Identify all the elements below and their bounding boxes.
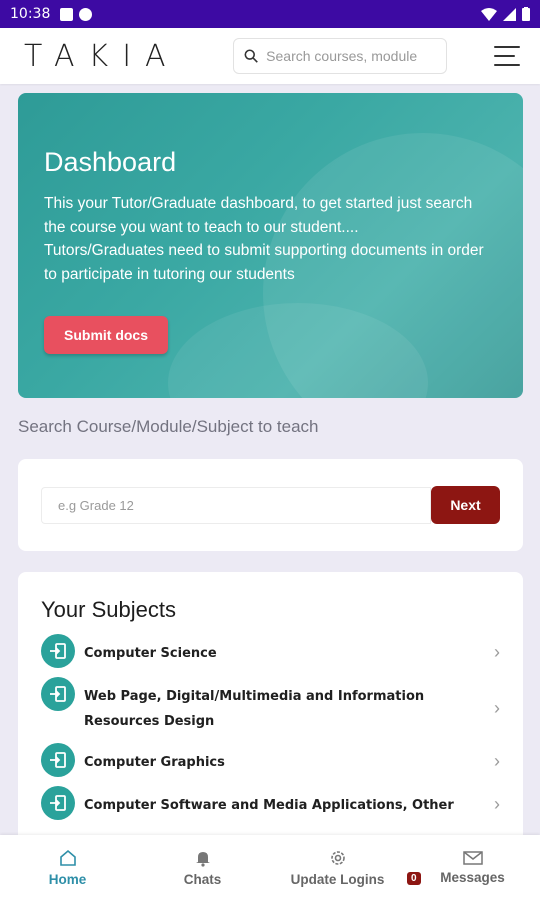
nav-chats[interactable]: Chats xyxy=(135,835,270,900)
subject-label: Web Page, Digital/Multimedia and Informa… xyxy=(84,689,425,729)
home-icon xyxy=(59,849,76,866)
subject-item[interactable]: Computer Graphics › xyxy=(41,743,500,777)
subjects-title: Your Subjects xyxy=(41,597,176,622)
dashboard-intro: This your Tutor/Graduate dashboard, to g… xyxy=(44,195,473,236)
search-icon xyxy=(244,49,258,63)
nav-messages[interactable]: Messages 0 xyxy=(405,835,540,900)
subject-label: Computer Graphics xyxy=(84,755,225,770)
chevron-right-icon: › xyxy=(494,642,500,662)
login-icon xyxy=(41,786,75,820)
app-bar: TAKIA xyxy=(0,28,540,84)
nav-update-logins[interactable]: Update Logins xyxy=(270,835,405,900)
subject-item[interactable]: Web Page, Digital/Multimedia and Informa… xyxy=(41,677,500,734)
logo-text: TAKIA xyxy=(24,38,180,74)
menu-line xyxy=(494,55,515,57)
login-icon xyxy=(41,743,75,777)
messages-count-badge: 0 xyxy=(407,872,421,885)
bottom-nav: Home Chats Update Logins Messages 0 xyxy=(0,835,540,900)
sim-card-icon xyxy=(60,7,74,21)
nav-update-logins-label: Update Logins xyxy=(290,871,385,887)
menu-line xyxy=(494,64,520,66)
chevron-right-icon: › xyxy=(494,698,500,718)
nav-home-label: Home xyxy=(48,871,87,887)
search-section-label: Search Course/Module/Subject to teach xyxy=(18,417,319,436)
wifi-icon xyxy=(481,7,497,21)
status-time: 10:38 xyxy=(10,6,51,22)
menu-line xyxy=(494,46,520,48)
nav-home[interactable]: Home xyxy=(0,835,135,900)
login-icon xyxy=(41,634,75,668)
subjects-card: Your Subjects Computer Science › Web Pag… xyxy=(18,572,523,862)
subject-item[interactable]: Computer Science › xyxy=(41,634,500,668)
course-search-card: Next xyxy=(18,459,523,551)
status-bar: 10:38 xyxy=(0,0,540,28)
subject-item[interactable]: Computer Software and Media Applications… xyxy=(41,786,500,820)
nav-messages-label: Messages xyxy=(440,869,505,885)
dashboard-title: Dashboard xyxy=(44,147,177,177)
header-search[interactable] xyxy=(233,38,447,74)
course-search-input[interactable] xyxy=(41,486,431,524)
gear-icon xyxy=(330,850,345,865)
subject-label: Computer Science xyxy=(84,646,217,661)
hamburger-menu-button[interactable] xyxy=(494,46,520,66)
signal-icon xyxy=(503,7,516,21)
chevron-right-icon: › xyxy=(494,794,500,814)
bell-icon xyxy=(195,851,210,867)
header-search-input[interactable] xyxy=(266,48,436,64)
login-icon xyxy=(41,677,75,711)
dashboard-banner: Dashboard This your Tutor/Graduate dashb… xyxy=(18,93,523,398)
chevron-right-icon: › xyxy=(494,751,500,771)
submit-docs-button[interactable]: Submit docs xyxy=(44,316,169,354)
subject-label: Computer Software and Media Applications… xyxy=(84,798,454,813)
takia-logo[interactable]: TAKIA xyxy=(24,39,214,74)
dashboard-requirement: Tutors/Graduates need to submit supporti… xyxy=(44,242,484,283)
battery-icon xyxy=(522,7,530,21)
app-notification-icon xyxy=(79,7,93,21)
next-button[interactable]: Next xyxy=(431,486,500,524)
nav-chats-label: Chats xyxy=(183,871,222,887)
mail-icon xyxy=(462,850,483,865)
